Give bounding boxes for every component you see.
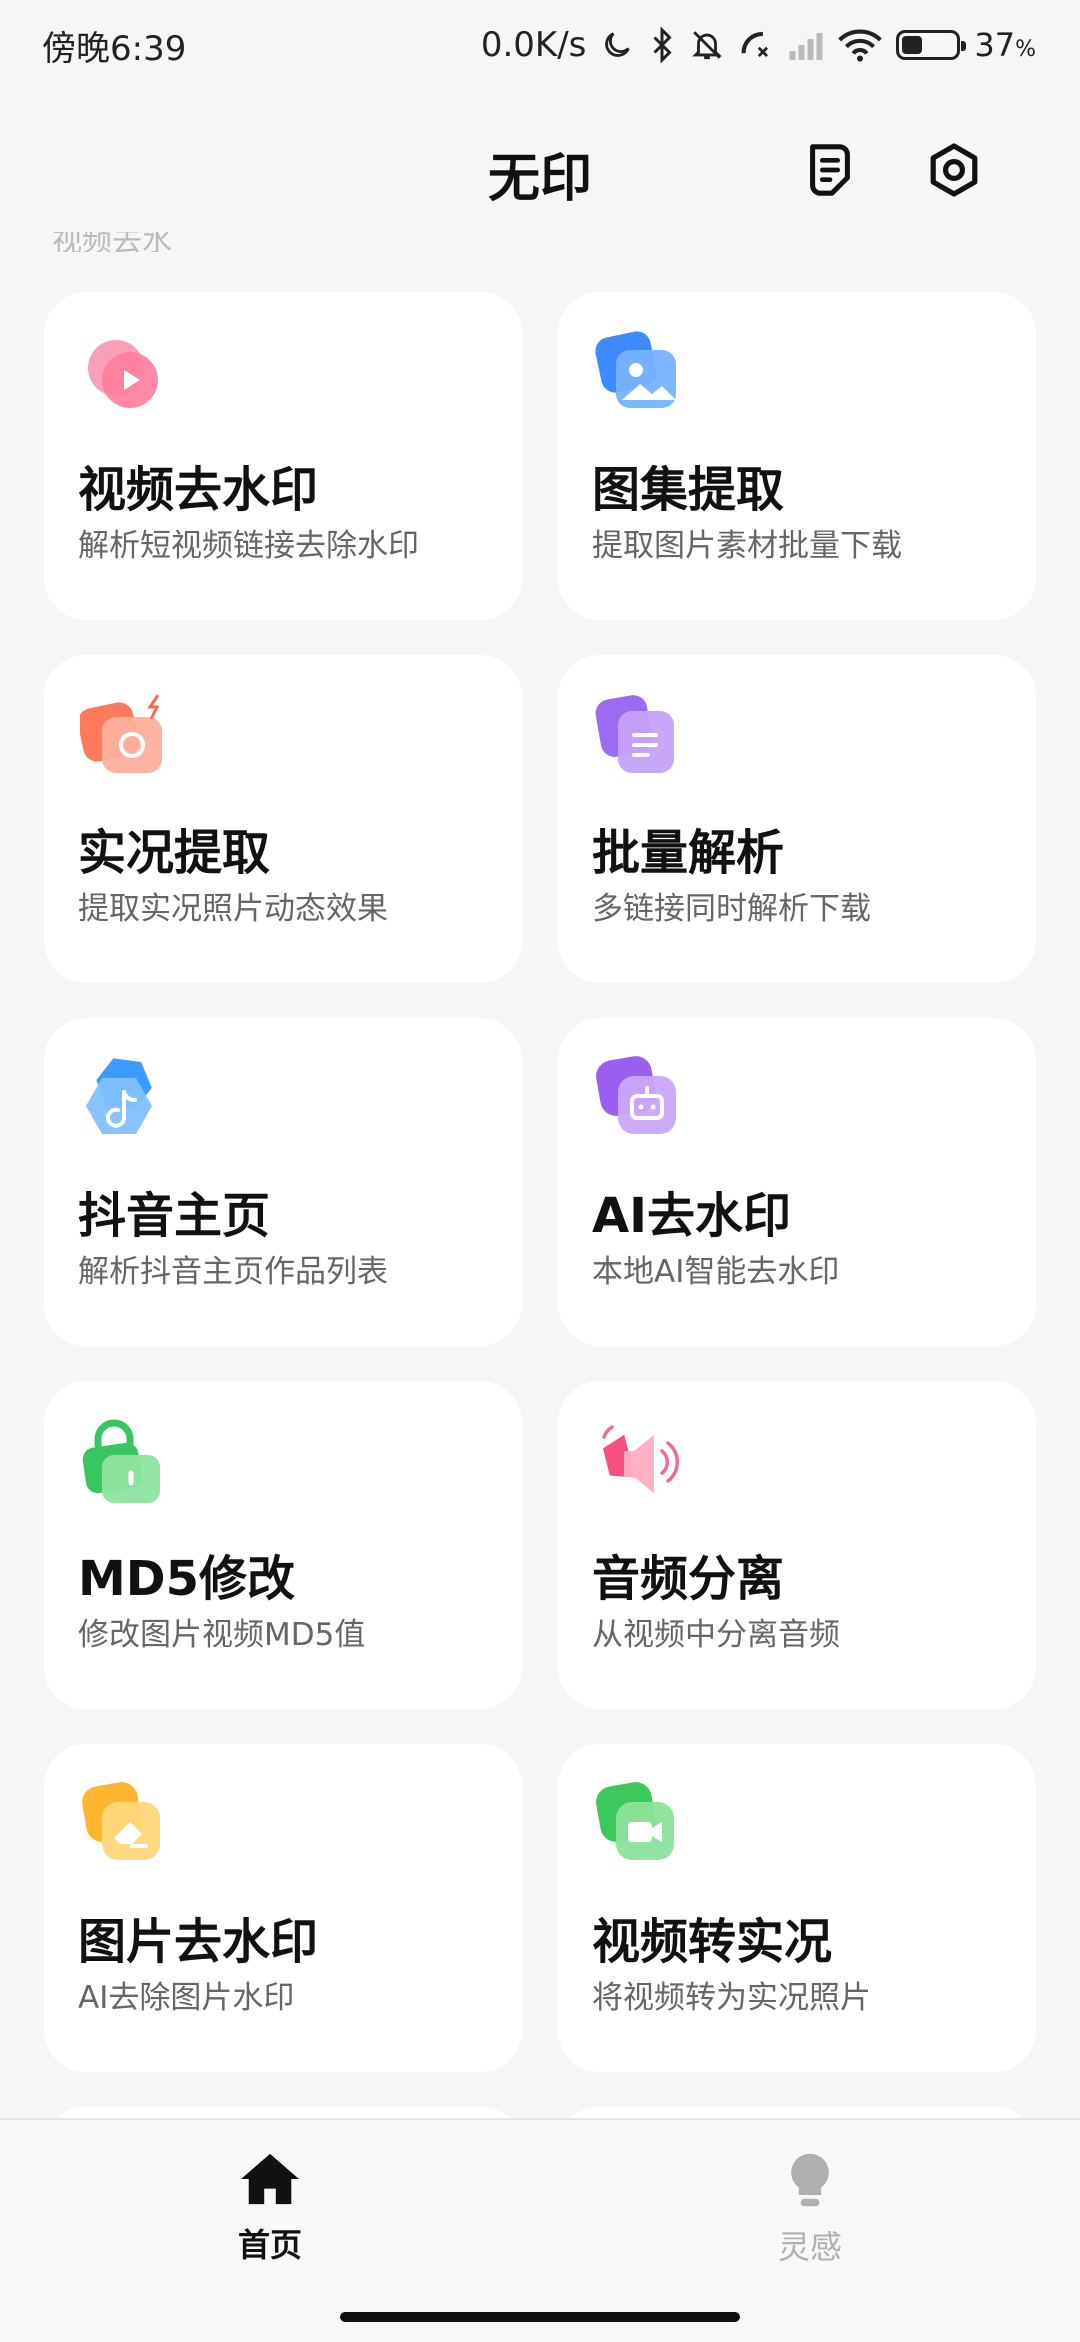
tool-card-image-watermark[interactable]: 图片去水印 AI去除图片水印 (44, 1744, 522, 2072)
tool-subtitle: 提取实况照片动态效果 (78, 891, 388, 927)
moon-icon (600, 28, 634, 62)
tool-subtitle: 解析短视频链接去除水印 (78, 528, 419, 564)
bluetooth-icon (648, 27, 676, 63)
tool-card-live-photo[interactable]: 实况提取 提取实况照片动态效果 (44, 655, 522, 983)
gear-icon (930, 143, 978, 197)
tool-title: 视频去水印 (78, 462, 319, 518)
nav-inspiration[interactable]: 灵感 (710, 2150, 910, 2268)
app-bar: 无印 (0, 110, 1080, 230)
lightbulb-icon (791, 2153, 829, 2207)
battery-icon (896, 30, 967, 60)
tool-subtitle: 修改图片视频MD5值 (78, 1617, 366, 1653)
video-camera-icon (596, 1782, 674, 1860)
image-gallery-icon (595, 331, 676, 408)
home-icon (241, 2153, 299, 2205)
tool-subtitle: 从视频中分离音频 (592, 1617, 840, 1653)
tiktok-icon (86, 1058, 152, 1134)
battery-percent: 37% (974, 26, 1036, 64)
signal-icon (788, 30, 824, 60)
missed-call-icon (738, 28, 774, 62)
tool-title: 音频分离 (592, 1551, 785, 1607)
network-speed: 0.0K/s (480, 25, 587, 65)
tool-subtitle: 提取图片素材批量下载 (592, 528, 902, 564)
nav-inspiration-label: 灵感 (777, 2228, 842, 2266)
tool-subtitle: 将视频转为实况照片 (592, 1980, 871, 2016)
status-bar: 傍晚6:39 0.0K/s 37% (0, 0, 1080, 90)
tool-title: 批量解析 (592, 825, 785, 881)
history-button[interactable] (798, 138, 862, 202)
tool-title: 图集提取 (592, 462, 785, 518)
speaker-icon (602, 1425, 680, 1493)
tool-title: AI去水印 (592, 1188, 792, 1244)
tool-card-batch-parse[interactable]: 批量解析 多链接同时解析下载 (558, 655, 1036, 983)
nav-home[interactable]: 首页 (170, 2150, 370, 2266)
tool-title: 抖音主页 (78, 1188, 271, 1244)
tool-subtitle: 本地AI智能去水印 (592, 1254, 840, 1290)
bottom-nav: 首页 灵感 (0, 2118, 1080, 2342)
eraser-icon (82, 1782, 160, 1860)
tool-card-gallery[interactable]: 图集提取 提取图片素材批量下载 (558, 292, 1036, 620)
live-camera-icon (80, 694, 162, 773)
wifi-icon (838, 28, 883, 62)
tool-title: 图片去水印 (78, 1914, 319, 1970)
tool-card-video-watermark[interactable]: 视频去水印 解析短视频链接去除水印 (44, 292, 522, 620)
tool-subtitle: AI去除图片水印 (78, 1980, 295, 2016)
tool-title: MD5修改 (78, 1551, 296, 1607)
scrolled-text: 视频去水 (52, 232, 172, 252)
nav-home-label: 首页 (237, 2226, 302, 2264)
tool-subtitle: 多链接同时解析下载 (592, 891, 871, 927)
document-stack-icon (595, 695, 674, 773)
tool-card-audio-split[interactable]: 音频分离 从视频中分离音频 (558, 1381, 1036, 1709)
tool-card-douyin-home[interactable]: 抖音主页 解析抖音主页作品列表 (44, 1018, 522, 1346)
note-icon (810, 144, 850, 196)
home-indicator[interactable] (340, 2312, 740, 2322)
settings-button[interactable] (922, 138, 986, 202)
tool-card-ai-watermark[interactable]: AI去水印 本地AI智能去水印 (558, 1018, 1036, 1346)
lock-icon (82, 1419, 160, 1503)
status-time: 傍晚6:39 (42, 28, 187, 69)
tool-subtitle: 解析抖音主页作品列表 (78, 1254, 388, 1290)
tool-card-video-to-live[interactable]: 视频转实况 将视频转为实况照片 (558, 1744, 1036, 2072)
tool-title: 视频转实况 (592, 1914, 833, 1970)
mute-bell-icon (690, 28, 724, 62)
robot-icon (596, 1056, 676, 1134)
page-title: 无印 (487, 149, 592, 209)
tool-card-md5[interactable]: MD5修改 修改图片视频MD5值 (44, 1381, 522, 1709)
video-play-icon (88, 340, 158, 408)
tool-title: 实况提取 (78, 825, 271, 881)
